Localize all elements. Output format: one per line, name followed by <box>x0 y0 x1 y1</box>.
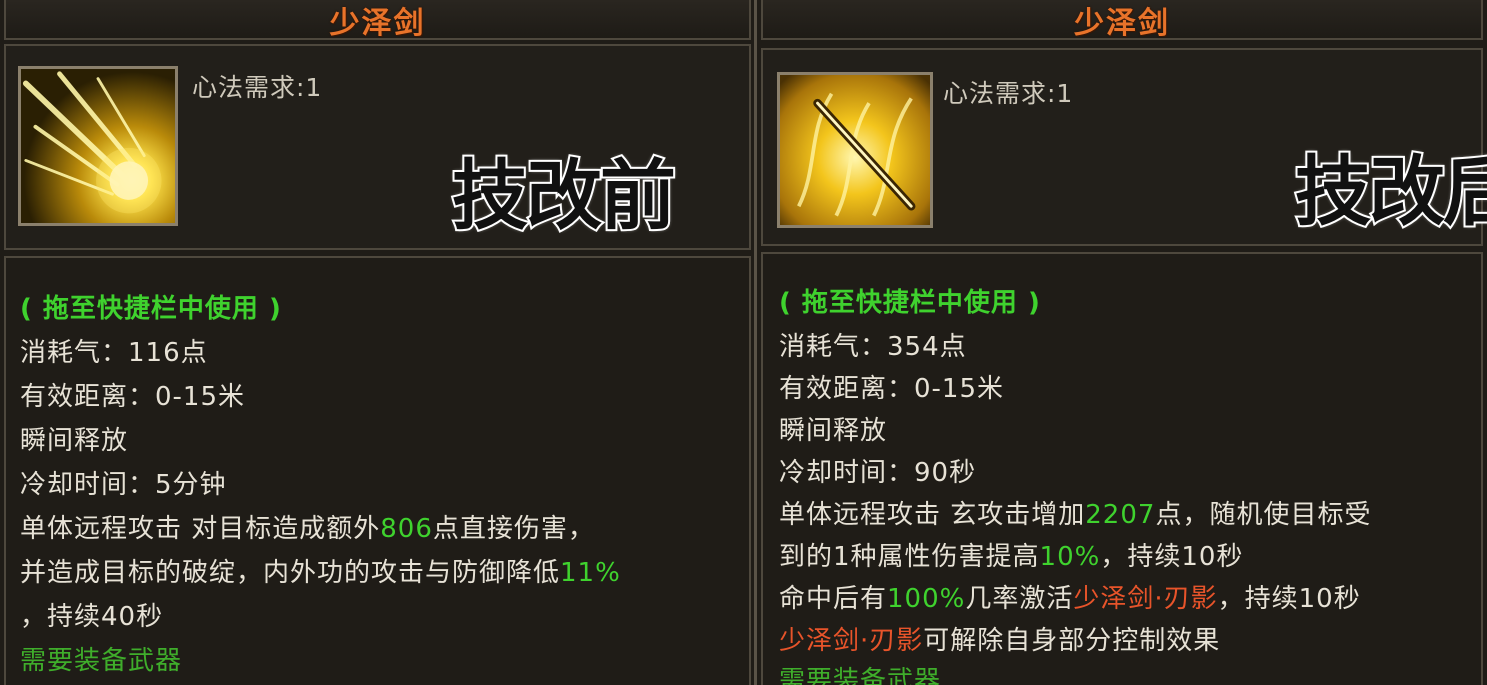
skill-description: ( 拖至快捷栏中使用 ) 消耗气：116点 有效距离：0-15米 瞬间释放 冷却… <box>4 256 751 685</box>
cast-line: 瞬间释放 <box>779 416 888 446</box>
proc-chance-value: 100% <box>887 584 966 614</box>
skill-description: ( 拖至快捷栏中使用 ) 消耗气：354点 有效距离：0-15米 瞬间释放 冷却… <box>761 252 1483 685</box>
damage-increase-value: 10% <box>1039 542 1101 572</box>
effect-text: 单体远程攻击 对目标造成额外 <box>20 514 381 544</box>
skill-header: 心法需求:1 技改后 <box>761 48 1487 246</box>
attack-bonus-value: 2207 <box>1085 500 1156 530</box>
weapon-requirement: 需要装备武器 <box>779 666 942 685</box>
requirement-text: 心法需求:1 <box>192 73 323 102</box>
golden-blade-slash-icon[interactable] <box>777 72 933 228</box>
linked-skill-name: 少泽剑·刃影 <box>1073 584 1218 614</box>
effect-line-4: 少泽剑·刃影可解除自身部分控制效果 <box>779 620 1220 657</box>
cast-line: 瞬间释放 <box>20 426 129 456</box>
drag-hint: ( 拖至快捷栏中使用 ) <box>779 288 1041 318</box>
effect-line-1: 单体远程攻击 玄攻击增加2207点，随机使目标受 <box>779 494 1371 531</box>
effect-text: ，持续10秒 <box>1217 584 1361 614</box>
requirement-text: 心法需求:1 <box>943 79 1074 108</box>
damage-value: 806 <box>380 514 433 544</box>
weapon-requirement: 需要装备武器 <box>20 646 183 676</box>
effect-line-2: 到的1种属性伤害提高10%，持续10秒 <box>779 536 1243 573</box>
skill-header: 心法需求:1 技改前 <box>4 44 751 250</box>
reduction-value: 11% <box>560 558 621 588</box>
effect-text: 并造成目标的破绽，内外功的攻击与防御降低 <box>20 558 561 588</box>
title-bar: 少泽剑 <box>4 0 751 41</box>
badge-after: 技改后 <box>1293 145 1487 238</box>
skill-title: 少泽剑 <box>329 6 426 41</box>
range-line: 有效距离：0-15米 <box>20 382 246 412</box>
effect-text: 可解除自身部分控制效果 <box>923 626 1221 656</box>
skill-panel-after: 少泽剑 心法需求:1 技改后 (拖至快捷栏中使用) 消耗气：354点 有效距… <box>757 0 1487 685</box>
golden-meteor-sword-icon[interactable] <box>18 66 178 226</box>
effect-line-3: 命中后有100%几率激活少泽剑·刃影，持续10秒 <box>779 578 1361 615</box>
skill-title: 少泽剑 <box>1074 6 1170 41</box>
range-line: 有效距离：0-15米 <box>779 374 1005 404</box>
effect-text: 到的1种属性伤害提高 <box>779 542 1040 572</box>
cooldown-line: 冷却时间：5分钟 <box>20 470 227 500</box>
effect-text: 单体远程攻击 玄攻击增加 <box>779 500 1086 530</box>
cost-line: 消耗气：116点 <box>20 338 208 368</box>
effect-text: 点，随机使目标受 <box>1155 500 1372 530</box>
effect-text: 命中后有 <box>779 584 888 614</box>
effect-line-1: 单体远程攻击 对目标造成额外806点直接伤害， <box>20 508 595 545</box>
skill-panel-before: 少泽剑 心法需求:1 技改前 (拖至快捷栏中使用) 消耗气：116点 有效距… <box>0 0 755 685</box>
effect-text: 几率激活 <box>965 584 1074 614</box>
effect-text: ，持续10秒 <box>1100 542 1244 572</box>
title-bar: 少泽剑 <box>761 0 1483 41</box>
linked-skill-name: 少泽剑·刃影 <box>779 626 924 656</box>
effect-line-2: 并造成目标的破绽，内外功的攻击与防御降低11% <box>20 552 621 589</box>
cooldown-line: 冷却时间：90秒 <box>779 458 977 488</box>
cost-line: 消耗气：354点 <box>779 332 967 362</box>
effect-text: 点直接伤害， <box>432 514 595 544</box>
drag-hint: ( 拖至快捷栏中使用 ) <box>20 294 282 324</box>
effect-line-3: ，持续40秒 <box>20 602 164 632</box>
badge-before: 技改前 <box>450 149 678 242</box>
